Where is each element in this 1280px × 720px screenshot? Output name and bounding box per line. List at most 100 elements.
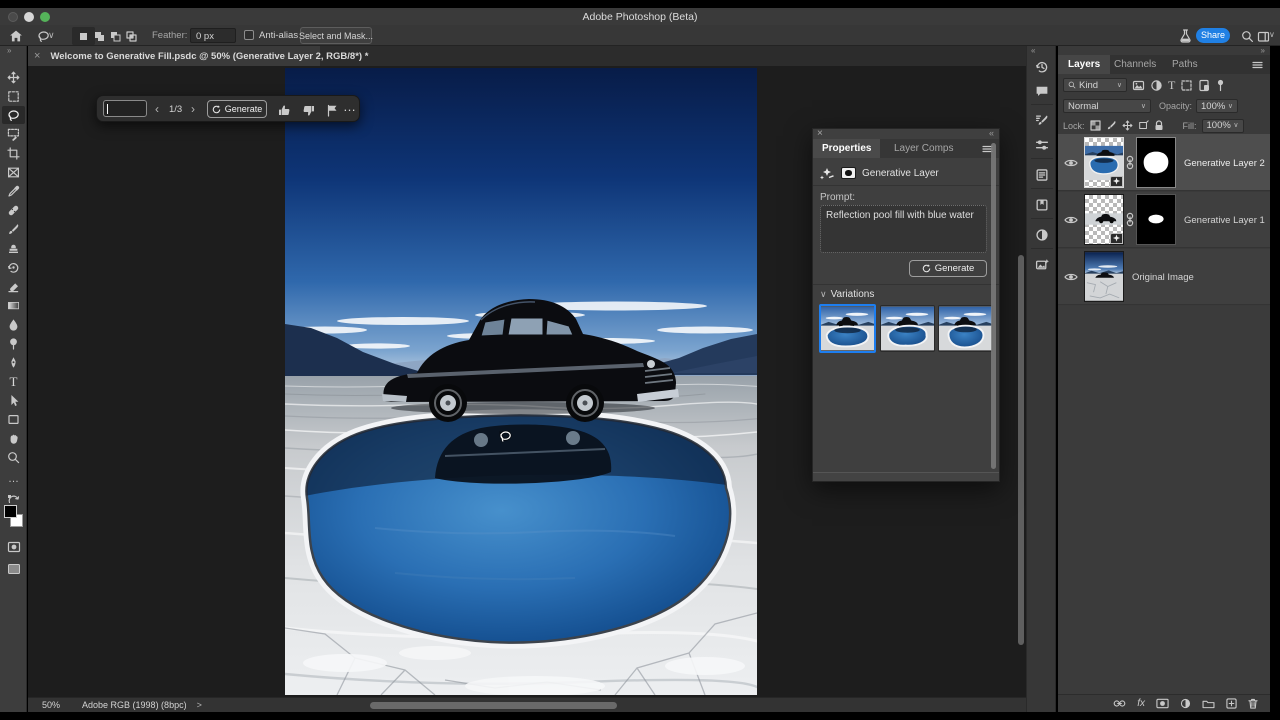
layer-mask-thumbnail[interactable] [1136, 137, 1176, 188]
visibility-eye-icon[interactable] [1064, 272, 1078, 282]
new-adjustment-icon[interactable] [1180, 698, 1191, 709]
tool-preset-chevron-icon[interactable]: ∨ [48, 31, 55, 40]
lock-transparent-icon[interactable] [1090, 120, 1101, 131]
layer-mask-thumbnail[interactable] [1136, 194, 1176, 245]
blend-mode-dropdown[interactable]: Normal ∨ [1063, 99, 1151, 113]
layer-thumbnail[interactable] [1084, 194, 1124, 245]
prompt-textarea[interactable]: Reflection pool fill with blue water [820, 205, 987, 253]
next-variation-icon[interactable]: › [191, 103, 195, 115]
contextual-taskbar[interactable]: ‹ 1/3 › Generate … [96, 95, 360, 122]
taskbar-prompt-input[interactable] [103, 100, 147, 117]
layer-filter-kind-dropdown[interactable]: Kind ∨ [1063, 78, 1127, 92]
workspace-chevron-icon[interactable]: ∨ [1269, 31, 1275, 39]
share-button[interactable]: Share [1196, 28, 1230, 43]
canvas-image[interactable] [285, 68, 757, 695]
taskbar-more-options-icon[interactable]: … [343, 99, 356, 114]
comments-icon[interactable] [1030, 82, 1053, 100]
eraser-tool[interactable] [2, 277, 25, 295]
dock-collapse-icon[interactable]: » [1261, 47, 1265, 55]
properties-scrollbar[interactable] [991, 143, 996, 469]
blur-tool[interactable] [2, 315, 25, 333]
edit-toolbar-icon[interactable]: … [2, 470, 25, 488]
layer-effects-icon[interactable]: fx [1137, 699, 1145, 709]
anti-alias-checkbox[interactable] [244, 30, 254, 40]
select-and-mask-button[interactable]: Select and Mask... [300, 27, 372, 44]
report-flag-icon[interactable] [321, 101, 344, 119]
brush-tool[interactable] [2, 220, 25, 238]
lock-all-icon[interactable] [1154, 120, 1164, 131]
clone-stamp-tool[interactable] [2, 239, 25, 257]
gradient-tool[interactable] [2, 296, 25, 314]
tab-channels[interactable]: Channels [1104, 55, 1166, 74]
spot-healing-brush-tool[interactable] [2, 201, 25, 219]
lasso-tool[interactable] [2, 106, 25, 124]
intersect-selection-mode-icon[interactable] [120, 27, 143, 45]
layer-row-generative-layer-1[interactable]: Generative Layer 1 [1058, 192, 1270, 248]
tools-collapse-icon[interactable]: » [7, 47, 11, 55]
layer-name[interactable]: Generative Layer 1 [1184, 215, 1265, 226]
shape-layer-filter-icon[interactable] [1180, 79, 1193, 92]
variations-header[interactable]: ∨ Variations [820, 289, 874, 300]
layer-name[interactable]: Generative Layer 2 [1184, 158, 1265, 169]
rectangle-tool[interactable] [2, 410, 25, 428]
properties-resize-bar[interactable] [813, 472, 999, 481]
smart-object-filter-icon[interactable] [1198, 79, 1211, 92]
tab-layer-comps[interactable]: Layer Comps [885, 139, 962, 158]
paragraph-icon[interactable] [1030, 166, 1053, 184]
foreground-color-swatch[interactable] [4, 505, 17, 518]
opacity-dropdown[interactable]: 100% ∨ [1196, 99, 1238, 113]
new-group-icon[interactable] [1202, 699, 1215, 709]
pen-tool[interactable] [2, 353, 25, 371]
properties-collapse-icon[interactable]: « [989, 128, 994, 138]
adjustments-icon[interactable] [1030, 226, 1053, 244]
object-selection-tool[interactable] [2, 125, 25, 143]
tab-close-icon[interactable]: × [34, 51, 40, 62]
lock-artboard-icon[interactable] [1138, 120, 1149, 131]
tab-layers[interactable]: Layers [1058, 55, 1110, 74]
crop-tool[interactable] [2, 144, 25, 162]
visibility-eye-icon[interactable] [1064, 215, 1078, 225]
canvas-horizontal-scrollbar[interactable] [370, 702, 617, 709]
delete-layer-icon[interactable] [1248, 698, 1258, 709]
move-tool[interactable] [2, 68, 25, 86]
home-icon[interactable] [4, 27, 27, 45]
brushes-icon[interactable] [1030, 112, 1053, 130]
quick-mask-icon[interactable] [2, 538, 25, 556]
properties-close-icon[interactable]: × [817, 128, 823, 139]
previous-variation-icon[interactable]: ‹ [155, 103, 159, 115]
feather-input[interactable]: 0 px [190, 28, 236, 43]
dodge-tool[interactable] [2, 334, 25, 352]
thumbs-up-icon[interactable] [273, 101, 296, 119]
eyedropper-tool[interactable] [2, 182, 25, 200]
thumbs-down-icon[interactable] [297, 101, 320, 119]
layer-name[interactable]: Original Image [1132, 272, 1194, 283]
properties-generate-button[interactable]: Generate [909, 260, 987, 277]
rail-collapse-icon[interactable]: « [1031, 47, 1035, 55]
filter-toggle-icon[interactable] [1216, 79, 1225, 92]
variation-thumbnail-3[interactable] [938, 305, 993, 352]
libraries-icon[interactable] [1030, 196, 1053, 214]
layer-row-original-image[interactable]: Original Image [1058, 249, 1270, 305]
path-selection-tool[interactable] [2, 391, 25, 409]
history-brush-tool[interactable] [2, 258, 25, 276]
new-layer-icon[interactable] [1226, 698, 1237, 709]
taskbar-generate-button[interactable]: Generate [207, 100, 267, 118]
layer-row-generative-layer-2[interactable]: Generative Layer 2 [1058, 134, 1270, 191]
variation-thumbnail-1[interactable] [819, 304, 876, 353]
type-tool[interactable]: T [2, 372, 25, 390]
tab-properties[interactable]: Properties [813, 139, 880, 158]
zoom-tool[interactable] [2, 448, 25, 466]
document-tab[interactable]: × Welcome to Generative Fill.psdc @ 50% … [28, 46, 320, 66]
fill-dropdown[interactable]: 100% ∨ [1202, 119, 1244, 133]
lock-position-icon[interactable] [1122, 120, 1133, 131]
frame-tool[interactable] [2, 163, 25, 181]
patterns-icon[interactable] [1030, 256, 1053, 274]
layers-menu-icon[interactable] [1252, 61, 1263, 69]
link-layers-icon[interactable] [1113, 699, 1126, 708]
tab-paths[interactable]: Paths [1162, 55, 1208, 74]
layer-thumbnail[interactable] [1084, 251, 1124, 302]
add-mask-icon[interactable] [1156, 698, 1169, 709]
hand-tool[interactable] [2, 429, 25, 447]
zoom-level-field[interactable]: 50% [42, 700, 60, 710]
adjustment-layer-filter-icon[interactable] [1150, 79, 1163, 92]
